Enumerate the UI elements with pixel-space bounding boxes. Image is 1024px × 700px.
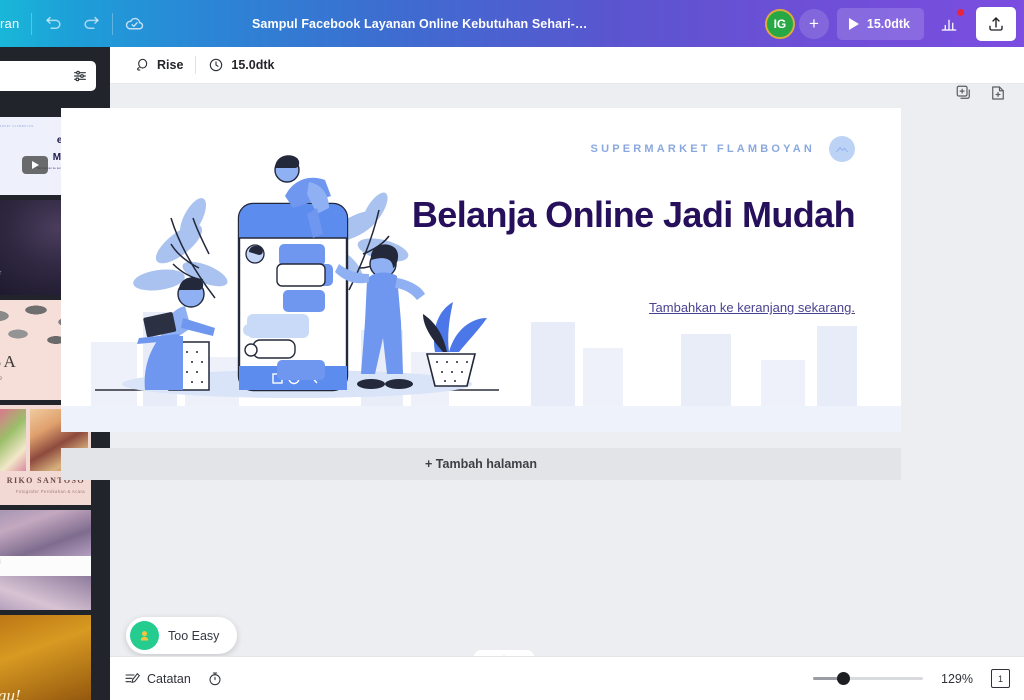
notes-icon [125, 672, 140, 683]
add-collaborator-button[interactable]: + [798, 8, 829, 39]
canva-editor-window: ran Sampul Facebook Layanan Online Kebut… [0, 0, 1024, 700]
undo-button[interactable] [34, 7, 72, 41]
thumb-sub-text: Fotografer Pernikahan & Acara [15, 489, 85, 494]
animation-label: Rise [157, 58, 184, 72]
insights-button[interactable] [930, 8, 968, 40]
thumb-caps-text: GEMENT [0, 271, 3, 277]
play-icon [32, 161, 39, 170]
design-title[interactable]: Sampul Facebook Layanan Online Kebutuhan… [252, 17, 592, 31]
top-bar: ran Sampul Facebook Layanan Online Kebut… [0, 0, 1024, 47]
support-agent-icon [140, 631, 149, 641]
page-count-badge[interactable]: 1 [991, 669, 1013, 689]
insights-chart-icon [941, 19, 957, 31]
thumb-brand: SUPERMARKET FLAMBOYAN [0, 124, 34, 128]
clock-icon [210, 58, 223, 72]
page-tools [955, 84, 1007, 102]
add-page-button[interactable]: + Tambah halaman [61, 448, 901, 480]
search-input[interactable]: k Cover [0, 69, 68, 83]
duplicate-page-icon[interactable] [955, 84, 973, 102]
top-bar-left-group: ran [0, 0, 153, 47]
share-button[interactable] [976, 6, 1016, 41]
online-shopping-chat-illustration [95, 155, 499, 398]
duration-label: 15.0dtk [231, 58, 275, 72]
notes-button[interactable]: Catatan [124, 671, 191, 687]
top-bar-right-group: IG + 15.0dtk [763, 0, 1024, 47]
animation-button[interactable]: Rise [122, 52, 195, 78]
help-label: Too Easy [168, 628, 220, 643]
notes-label: Catatan [147, 671, 191, 686]
redo-button[interactable] [72, 7, 110, 41]
add-page-icon[interactable] [989, 84, 1007, 102]
insights-notification-dot [957, 8, 964, 16]
cloud-save-button[interactable] [115, 7, 153, 41]
zoom-slider-knob[interactable] [837, 672, 851, 685]
share-upload-icon [989, 16, 1003, 31]
thumb-play-button[interactable] [21, 156, 48, 175]
undo-icon [46, 16, 61, 30]
editor-toolbar: Rise 15.0dtk [110, 47, 1024, 84]
bottom-bar-right: 129% 1 [813, 669, 1013, 689]
toolbar-divider [31, 12, 33, 35]
animation-rise-icon [137, 58, 148, 71]
template-search-box[interactable]: k Cover [0, 61, 96, 91]
bottom-bar-left: Catatan [124, 671, 223, 687]
redo-icon [84, 16, 99, 30]
mountain-circle-logo-icon [836, 146, 848, 153]
support-agent-avatar [130, 621, 159, 650]
thumb-name-text: HUJAN [0, 559, 1, 566]
home-link[interactable]: ran [0, 16, 29, 31]
list-item[interactable]: rmarau! [0, 615, 91, 700]
timer-button[interactable] [207, 671, 223, 687]
stopwatch-icon [209, 671, 221, 685]
duration-button[interactable]: 15.0dtk [196, 52, 286, 78]
avatar-wrapper: IG [763, 7, 797, 41]
brand-row: SUPERMARKET FLAMBOYAN [591, 136, 855, 162]
filter-sliders-icon[interactable] [72, 68, 88, 84]
brand-name: SUPERMARKET FLAMBOYAN [590, 143, 815, 155]
thumb-script-text: rmarau! [0, 686, 21, 700]
present-play-button[interactable]: 15.0dtk [836, 7, 924, 40]
design-canvas-page[interactable]: SUPERMARKET FLAMBOYAN Belanja Online Jad… [61, 108, 901, 432]
bottom-bar: Catatan 129% 1 [110, 656, 1024, 700]
sublink-text[interactable]: Tambahkan ke keranjang sekarang. [385, 300, 855, 315]
brand-logo [829, 136, 855, 162]
avatar[interactable]: IG [764, 8, 795, 39]
template-search-row: k Cover [0, 61, 96, 91]
list-item[interactable]: HUJAN [0, 510, 91, 610]
thumb-photo-left [0, 409, 26, 471]
headline-text[interactable]: Belanja Online Jadi Mudah [385, 194, 856, 236]
thumb-white-band [0, 556, 91, 576]
thumb-photo-bottom [0, 576, 91, 610]
zoom-level-label: 129% [941, 671, 973, 686]
play-icon [848, 17, 859, 30]
thumb-name-text: LISA [0, 352, 18, 371]
zoom-slider[interactable] [813, 672, 924, 686]
thumb-photo-top [0, 510, 91, 556]
help-chat-button[interactable]: Too Easy [126, 617, 238, 654]
toolbar-divider-2 [112, 12, 114, 35]
side-floating-button[interactable] [879, 218, 901, 258]
play-duration-label: 15.0dtk [866, 16, 910, 31]
thumb-date-text: BER 2019 [0, 376, 3, 382]
cloud-saved-icon [125, 17, 144, 30]
